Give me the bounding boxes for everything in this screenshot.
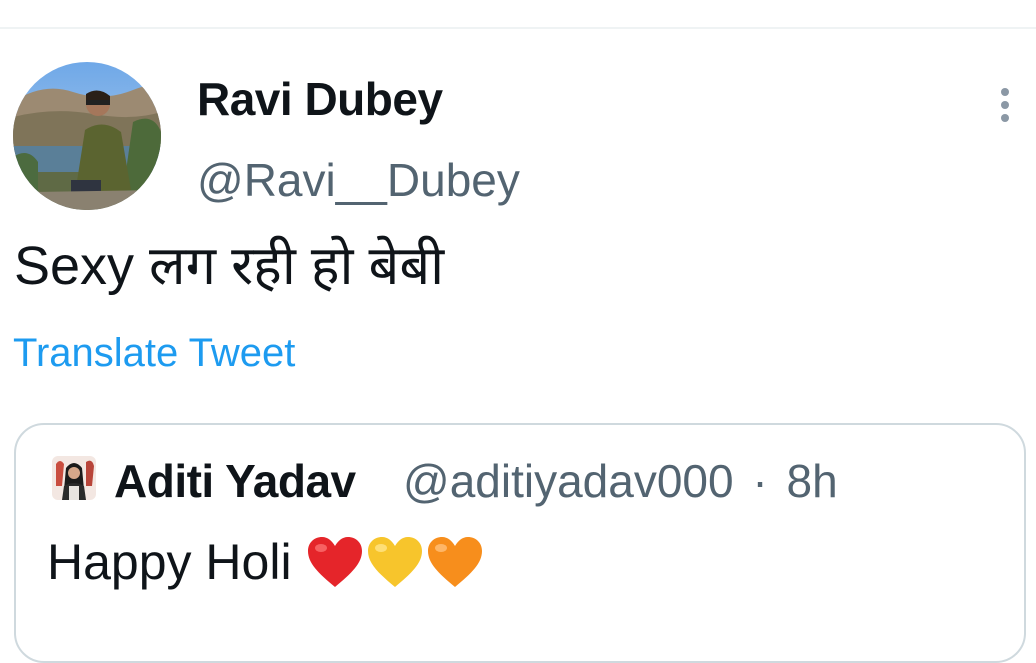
- quoted-tweet-text-row: Happy Holi: [47, 533, 486, 591]
- translate-tweet-link[interactable]: Translate Tweet: [13, 331, 295, 376]
- quoted-author-name[interactable]: Aditi Yadav: [114, 454, 356, 508]
- quoted-tweet-text: Happy Holi: [47, 534, 292, 590]
- author-avatar[interactable]: [13, 62, 161, 210]
- meta-separator: ·: [752, 455, 768, 507]
- author-handle[interactable]: @Ravi__Dubey: [197, 153, 520, 207]
- tweet-text: Sexy लग रही हो बेबी: [14, 236, 445, 296]
- emoji-group: [306, 535, 486, 589]
- more-vertical-icon[interactable]: [995, 88, 1015, 128]
- author-name[interactable]: Ravi Dubey: [197, 72, 443, 126]
- quoted-author-avatar[interactable]: [52, 456, 96, 500]
- top-divider: [0, 27, 1036, 29]
- yellow-heart-icon: [367, 537, 422, 587]
- quoted-author-handle[interactable]: @aditiyadav000: [403, 455, 734, 507]
- orange-heart-icon: [427, 537, 482, 587]
- quoted-tweet-time[interactable]: 8h: [786, 455, 837, 507]
- red-heart-icon: [307, 537, 362, 587]
- quoted-author-meta[interactable]: @aditiyadav000 · 8h: [403, 454, 838, 508]
